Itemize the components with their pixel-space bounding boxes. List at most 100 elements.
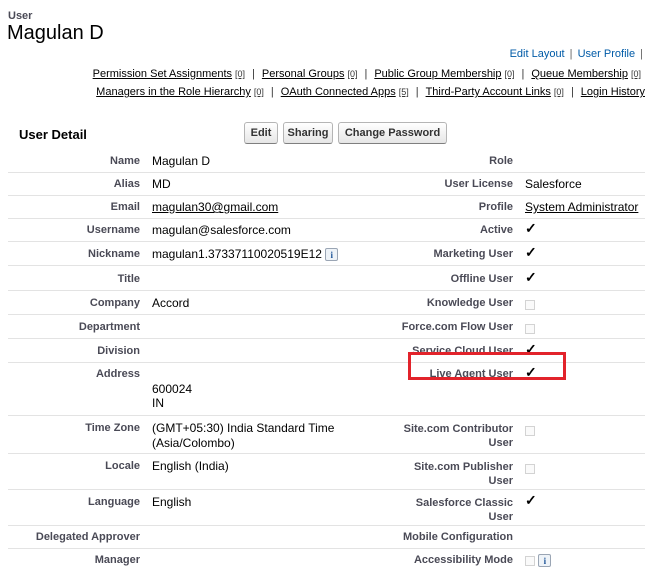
address-value: 600024 IN: [152, 382, 192, 410]
offline-user-label: Offline User: [450, 273, 513, 285]
detail-row: Manager Accessibility Mode i: [8, 549, 645, 571]
accessibility-mode-unchecked-icon: [525, 555, 535, 566]
link-separator: |: [521, 68, 525, 80]
top-links: Edit Layout | User Profile |: [510, 48, 645, 60]
salesforce-classic-line-2: User: [488, 511, 513, 523]
time-zone-value: (GMT+05:30) India Standard Time (Asia/Col…: [152, 421, 334, 451]
address-line-1: 600024: [152, 382, 193, 396]
salesforce-classic-user-label: Salesforce Classic User: [416, 496, 513, 524]
link-separator: |: [270, 86, 274, 98]
address-line-2: IN: [152, 396, 164, 410]
name-value: Magulan D: [152, 154, 211, 168]
time-zone-line-2: (Asia/Colombo): [152, 436, 235, 450]
username-value: magulan@salesforce.com: [152, 223, 291, 237]
manager-label: Manager: [94, 554, 140, 566]
highlight-box: [408, 352, 566, 380]
marketing-user-checkmark-icon: ✓: [525, 244, 537, 260]
link-count: [0]: [347, 69, 358, 79]
nickname-text: magulan1.37337110020519E12: [152, 247, 322, 261]
active-label: Active: [479, 224, 513, 236]
detail-row: Delegated Approver Mobile Configuration: [8, 526, 645, 549]
section-title: User Detail: [19, 127, 87, 142]
locale-value: English (India): [152, 459, 229, 473]
offline-user-checkmark-icon: ✓: [525, 269, 537, 285]
queue-membership-link[interactable]: Queue Membership: [531, 68, 628, 80]
time-zone-line-1: (GMT+05:30) India Standard Time: [152, 421, 335, 435]
site-contributor-line-2: User: [488, 437, 513, 449]
accessibility-mode-label: Accessibility Mode: [413, 554, 513, 566]
public-group-membership-link[interactable]: Public Group Membership: [374, 68, 501, 80]
link-separator: |: [252, 68, 255, 80]
site-contributor-user-unchecked-icon: [525, 426, 535, 436]
page-title: Magulan D: [7, 22, 104, 44]
link-separator: |: [415, 86, 419, 98]
site-publisher-user-unchecked-icon: [525, 464, 535, 474]
link-separator: |: [637, 48, 643, 60]
detail-row: Name Magulan D Role: [8, 150, 645, 173]
info-icon[interactable]: i: [538, 554, 552, 568]
company-value: Accord: [152, 296, 190, 310]
alias-value: MD: [152, 177, 171, 191]
link-count: [0]: [553, 87, 564, 97]
nickname-value: magulan1.37337110020519E12 i: [152, 247, 339, 262]
info-icon[interactable]: i: [325, 248, 339, 262]
site-contributor-line-1: Site.com Contributor: [403, 423, 513, 435]
link-count: [0]: [630, 69, 641, 79]
user-profile-link[interactable]: User Profile: [578, 48, 635, 60]
mobile-configuration-label: Mobile Configuration: [403, 531, 513, 543]
division-label: Division: [97, 345, 140, 357]
alias-label: Alias: [113, 178, 140, 190]
title-label: Title: [117, 273, 140, 285]
marketing-user-label: Marketing User: [433, 248, 513, 260]
sharing-button[interactable]: Sharing: [283, 122, 333, 144]
knowledge-user-unchecked-icon: [525, 300, 535, 310]
profile-label: Profile: [478, 201, 513, 213]
detail-row: Alias MD User License Salesforce: [8, 173, 645, 196]
role-label: Role: [489, 155, 513, 167]
site-contributor-user-label: Site.com Contributor User: [404, 422, 513, 450]
object-label: User: [8, 10, 33, 22]
login-history-link[interactable]: Login History: [581, 86, 645, 98]
delegated-approver-label: Delegated Approver: [35, 531, 140, 543]
site-publisher-user-label: Site.com Publisher User: [414, 460, 513, 488]
salesforce-classic-line-1: Salesforce Classic: [415, 497, 513, 509]
link-count: [5]: [398, 87, 409, 97]
username-label: Username: [86, 224, 140, 236]
nickname-label: Nickname: [88, 248, 140, 260]
email-link[interactable]: magulan30@gmail.com: [152, 200, 278, 214]
edit-layout-link[interactable]: Edit Layout: [510, 48, 565, 60]
locale-label: Locale: [105, 460, 140, 472]
company-label: Company: [89, 297, 140, 309]
department-label: Department: [78, 321, 140, 333]
salesforce-classic-user-checkmark-icon: ✓: [525, 492, 537, 508]
flow-user-unchecked-icon: [525, 324, 535, 334]
change-password-button[interactable]: Change Password: [338, 122, 447, 144]
knowledge-user-label: Knowledge User: [426, 297, 513, 309]
link-count: [0]: [253, 87, 264, 97]
name-label: Name: [110, 155, 140, 167]
managers-role-hierarchy-link[interactable]: Managers in the Role Hierarchy: [96, 86, 251, 98]
active-checkmark-icon: ✓: [525, 220, 537, 236]
edit-button[interactable]: Edit: [244, 122, 278, 144]
detail-row: Nickname magulan1.37337110020519E12 i Ma…: [8, 242, 645, 266]
site-publisher-line-1: Site.com Publisher: [413, 461, 513, 473]
detail-row: Locale English (India) Site.com Publishe…: [8, 454, 645, 490]
language-label: Language: [88, 496, 140, 508]
site-publisher-line-2: User: [488, 475, 513, 487]
detail-row: Time Zone (GMT+05:30) India Standard Tim…: [8, 416, 645, 454]
personal-groups-link[interactable]: Personal Groups: [262, 68, 345, 80]
detail-row: Company Accord Knowledge User: [8, 291, 645, 315]
flow-user-label: Force.com Flow User: [401, 321, 513, 333]
link-separator: |: [570, 86, 574, 98]
link-count: [0]: [504, 69, 515, 79]
language-value: English: [152, 495, 192, 509]
detail-row: Title Offline User ✓: [8, 266, 645, 291]
oauth-connected-apps-link[interactable]: OAuth Connected Apps: [281, 86, 396, 98]
time-zone-label: Time Zone: [85, 422, 140, 434]
email-label: Email: [110, 201, 140, 213]
user-license-label: User License: [444, 178, 513, 190]
permission-set-assignments-link[interactable]: Permission Set Assignments: [93, 68, 232, 80]
profile-link[interactable]: System Administrator: [525, 200, 638, 214]
third-party-account-links-link[interactable]: Third-Party Account Links: [426, 86, 551, 98]
related-links-row-1: Permission Set Assignments [0] | Personal G…: [93, 68, 641, 80]
